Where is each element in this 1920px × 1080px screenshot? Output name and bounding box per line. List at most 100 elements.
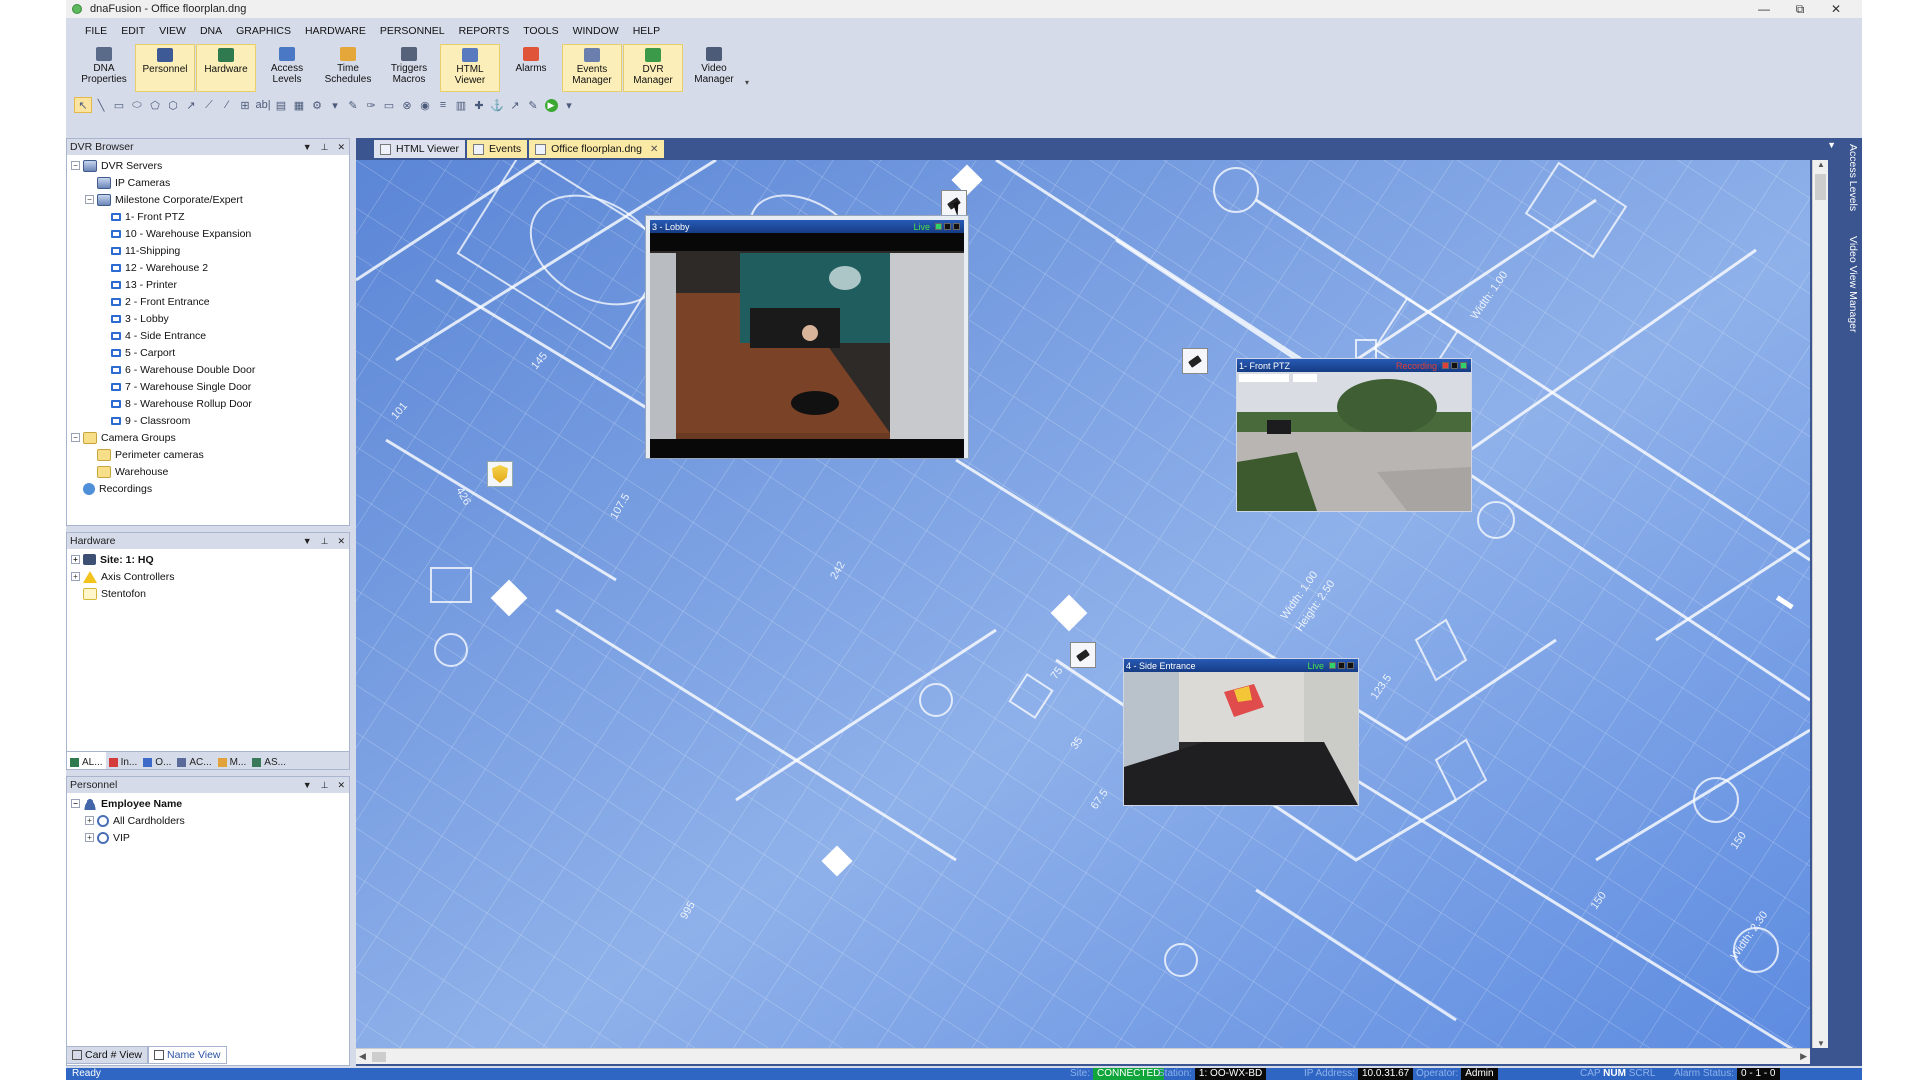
drawing-tool-19-icon[interactable]: ◉ bbox=[416, 97, 434, 113]
drawing-tool-5-icon[interactable]: ⬡ bbox=[164, 97, 182, 113]
doc-tab-2[interactable]: Office floorplan.dng ✕ bbox=[529, 140, 665, 158]
tree-node[interactable]: 8 - Warehouse Rollup Door bbox=[67, 395, 349, 412]
drawing-tool-0-icon[interactable]: ↖ bbox=[74, 97, 92, 113]
ribbon-html-viewer-button[interactable]: HTML Viewer bbox=[440, 44, 500, 92]
minimize-button[interactable]: — bbox=[1746, 0, 1782, 18]
menu-tools[interactable]: TOOLS bbox=[516, 22, 565, 40]
menu-view[interactable]: VIEW bbox=[152, 22, 193, 40]
drawing-tool-2-icon[interactable]: ▭ bbox=[110, 97, 128, 113]
ribbon-triggers-macros-button[interactable]: Triggers Macros bbox=[379, 44, 439, 92]
tree-node[interactable]: + Axis Controllers bbox=[67, 568, 349, 585]
tree-node[interactable]: Stentofon bbox=[67, 585, 349, 602]
drawing-tool-9-icon[interactable]: ⊞ bbox=[236, 97, 254, 113]
doc-tab-0[interactable]: HTML Viewer bbox=[374, 140, 466, 158]
tree-node[interactable]: 7 - Warehouse Single Door bbox=[67, 378, 349, 395]
menu-edit[interactable]: EDIT bbox=[114, 22, 152, 40]
expand-toggle-icon[interactable]: + bbox=[85, 816, 94, 825]
drawing-tool-14-icon[interactable]: ▾ bbox=[326, 97, 344, 113]
drawing-tool-22-icon[interactable]: ✚ bbox=[470, 97, 488, 113]
drawing-tool-8-icon[interactable]: ⁄ bbox=[218, 97, 236, 113]
scroll-right-icon[interactable]: ▶ bbox=[1800, 1051, 1807, 1062]
tree-node[interactable]: + All Cardholders bbox=[67, 812, 349, 829]
expand-toggle-icon[interactable]: − bbox=[71, 161, 80, 170]
access-shield-icon[interactable] bbox=[487, 461, 513, 487]
panel-close-icon[interactable]: ✕ bbox=[337, 533, 345, 549]
panel-menu-icon[interactable]: ▼ bbox=[303, 777, 312, 793]
drawing-tool-24-icon[interactable]: ↗ bbox=[506, 97, 524, 113]
tree-node[interactable]: Perimeter cameras bbox=[67, 446, 349, 463]
expand-toggle-icon[interactable]: + bbox=[71, 572, 80, 581]
panel-menu-icon[interactable]: ▼ bbox=[303, 139, 312, 155]
expand-toggle-icon[interactable]: − bbox=[71, 433, 80, 442]
drawing-tool-23-icon[interactable]: ⚓ bbox=[488, 97, 506, 113]
tree-node[interactable]: Warehouse bbox=[67, 463, 349, 480]
floorplan-canvas[interactable]: 101 145 426 107.5 140 242 995 Width: 1.0… bbox=[356, 160, 1810, 1048]
drawing-tool-10-icon[interactable]: ab| bbox=[254, 97, 272, 113]
tree-node[interactable]: 10 - Warehouse Expansion bbox=[67, 225, 349, 242]
drawing-tool-27-icon[interactable]: ▾ bbox=[560, 97, 578, 113]
drawing-tool-1-icon[interactable]: ╲ bbox=[92, 97, 110, 113]
tree-node[interactable]: − DVR Servers bbox=[67, 157, 349, 174]
menu-reports[interactable]: REPORTS bbox=[452, 22, 517, 40]
document-tabs-menu-icon[interactable]: ▼ bbox=[1827, 140, 1836, 150]
scroll-thumb[interactable] bbox=[372, 1052, 386, 1062]
drawing-tool-7-icon[interactable]: ⟋ bbox=[200, 97, 218, 113]
drawing-tool-25-icon[interactable]: ✎ bbox=[524, 97, 542, 113]
doc-tab-1[interactable]: Events bbox=[467, 140, 528, 158]
ribbon-dvr-manager-button[interactable]: DVR Manager bbox=[623, 44, 683, 92]
panel-menu-icon[interactable]: ▼ bbox=[303, 533, 312, 549]
drawing-tool-13-icon[interactable]: ⚙ bbox=[308, 97, 326, 113]
drawing-tool-15-icon[interactable]: ✎ bbox=[344, 97, 362, 113]
hardware-tab-3[interactable]: AC... bbox=[174, 752, 214, 769]
pin-icon[interactable]: ⊥ bbox=[321, 533, 329, 549]
video-window-front-ptz[interactable]: 1- Front PTZ Recording bbox=[1236, 358, 1472, 512]
ribbon-dna-properties-button[interactable]: DNA Properties bbox=[74, 44, 134, 92]
tree-node[interactable]: + Site: 1: HQ bbox=[67, 551, 349, 568]
ribbon-video-manager-button[interactable]: Video Manager bbox=[684, 44, 744, 92]
hardware-tab-0[interactable]: AL... bbox=[67, 752, 106, 769]
expand-toggle-icon[interactable]: + bbox=[71, 555, 80, 564]
drawing-tool-18-icon[interactable]: ⊗ bbox=[398, 97, 416, 113]
tree-node[interactable]: 3 - Lobby bbox=[67, 310, 349, 327]
tree-node[interactable]: Recordings bbox=[67, 480, 349, 497]
panel-close-icon[interactable]: ✕ bbox=[337, 139, 345, 155]
vertical-scrollbar[interactable]: ▲ ▼ bbox=[1812, 160, 1828, 1048]
camera-marker-side-entrance[interactable] bbox=[1070, 642, 1096, 668]
tree-node[interactable]: + VIP bbox=[67, 829, 349, 846]
pin-icon[interactable]: ⊥ bbox=[321, 777, 329, 793]
drawing-tool-4-icon[interactable]: ⬠ bbox=[146, 97, 164, 113]
tree-node[interactable]: 5 - Carport bbox=[67, 344, 349, 361]
drawing-tool-17-icon[interactable]: ▭ bbox=[380, 97, 398, 113]
scroll-down-icon[interactable]: ▼ bbox=[1813, 1039, 1829, 1048]
scroll-left-icon[interactable]: ◀ bbox=[359, 1051, 366, 1062]
tab-close-icon[interactable]: ✕ bbox=[650, 144, 658, 155]
panel-close-icon[interactable]: ✕ bbox=[337, 777, 345, 793]
video-view-manager-side-tab[interactable]: Video View Manager bbox=[1847, 236, 1859, 333]
scroll-up-icon[interactable]: ▲ bbox=[1813, 160, 1829, 169]
restore-button[interactable]: ⧉ bbox=[1782, 0, 1818, 18]
ribbon-events-manager-button[interactable]: Events Manager bbox=[562, 44, 622, 92]
drawing-tool-26-icon[interactable]: ▶ bbox=[542, 97, 560, 113]
scroll-thumb[interactable] bbox=[1815, 174, 1826, 200]
card-view-tab[interactable]: Card # View bbox=[66, 1046, 149, 1064]
access-levels-side-tab[interactable]: Access Levels bbox=[1847, 144, 1859, 211]
ribbon-overflow-icon[interactable]: ▾ bbox=[745, 44, 755, 94]
menu-help[interactable]: HELP bbox=[626, 22, 667, 40]
pin-icon[interactable]: ⊥ bbox=[321, 139, 329, 155]
name-view-tab[interactable]: Name View bbox=[148, 1046, 227, 1064]
drawing-tool-11-icon[interactable]: ▤ bbox=[272, 97, 290, 113]
tree-node[interactable]: 1- Front PTZ bbox=[67, 208, 349, 225]
expand-toggle-icon[interactable]: + bbox=[85, 833, 94, 842]
drawing-tool-21-icon[interactable]: ▥ bbox=[452, 97, 470, 113]
drawing-tool-20-icon[interactable]: ≡ bbox=[434, 97, 452, 113]
tree-node[interactable]: − Employee Name bbox=[67, 795, 349, 812]
horizontal-scrollbar[interactable]: ◀ ▶ bbox=[356, 1048, 1810, 1064]
menu-graphics[interactable]: GRAPHICS bbox=[229, 22, 298, 40]
drawing-tool-6-icon[interactable]: ↗ bbox=[182, 97, 200, 113]
ribbon-hardware-button[interactable]: Hardware bbox=[196, 44, 256, 92]
close-button[interactable]: ✕ bbox=[1818, 0, 1854, 18]
video-window-lobby[interactable]: 3 - Lobby Live bbox=[646, 216, 968, 458]
menu-hardware[interactable]: HARDWARE bbox=[298, 22, 373, 40]
drawing-tool-12-icon[interactable]: ▦ bbox=[290, 97, 308, 113]
tree-node[interactable]: − Camera Groups bbox=[67, 429, 349, 446]
